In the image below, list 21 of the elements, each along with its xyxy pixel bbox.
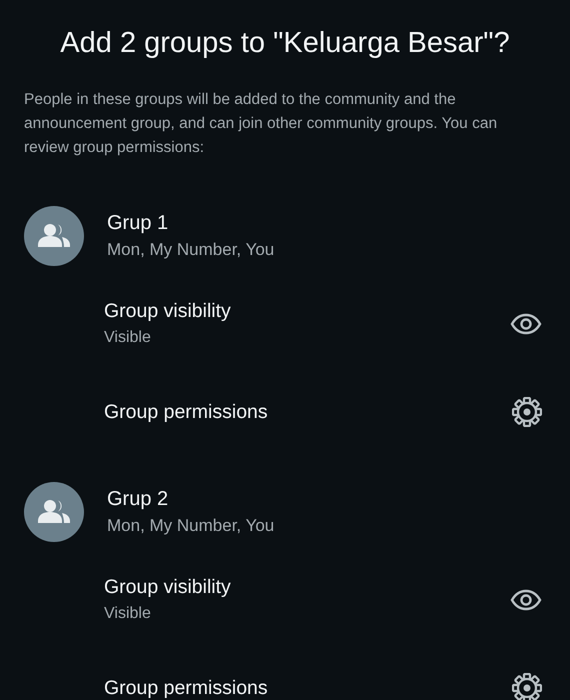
eye-icon: [510, 589, 542, 611]
setting-row[interactable]: Group visibility Visible: [24, 280, 546, 368]
dialog-title: Add 2 groups to "Keluarga Besar"?: [59, 26, 511, 61]
group-members: Mon, My Number, You: [107, 515, 274, 537]
setting-title: Group visibility: [104, 299, 231, 323]
people-icon: [37, 223, 71, 249]
setting-value: Visible: [104, 328, 152, 348]
setting-row[interactable]: Group permissions: [24, 368, 546, 456]
setting-title: Group permissions: [104, 400, 268, 424]
settings-icon: [512, 397, 542, 427]
group-name: Grup 1: [107, 211, 170, 235]
eye-icon: [510, 313, 542, 335]
setting-title: Group permissions: [104, 676, 268, 700]
setting-value: Visible: [104, 604, 152, 624]
setting-row[interactable]: Group visibility Visible: [24, 556, 546, 644]
group-members: Mon, My Number, You: [107, 239, 274, 261]
group-name: Grup 2: [107, 487, 170, 511]
setting-title: Group visibility: [104, 575, 231, 599]
setting-row[interactable]: Group permissions: [24, 644, 546, 700]
people-icon: [37, 499, 71, 525]
description: People in these groups will be added to the community and the announcement group, and can join other community groups. You can review group permissions:: [24, 90, 498, 158]
